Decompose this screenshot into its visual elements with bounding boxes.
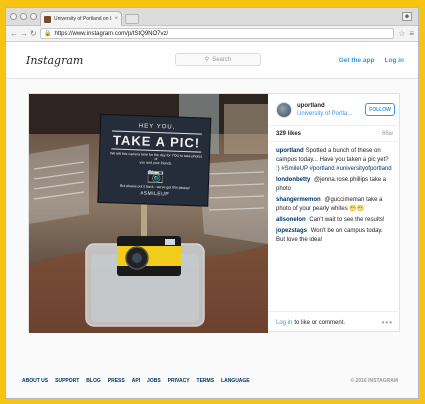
user-block: uportland University of Portla... bbox=[297, 102, 352, 118]
login-link[interactable]: Log in bbox=[385, 57, 405, 64]
browser-tab[interactable]: University of Portland on I... × bbox=[40, 11, 122, 26]
new-tab-button[interactable] bbox=[125, 14, 139, 24]
sign-text: HEY YOU, TAKE A PIC! We left this camera… bbox=[102, 118, 211, 199]
instagram-logo[interactable]: Instagram bbox=[26, 54, 83, 67]
bookmark-star-icon[interactable]: ☆ bbox=[398, 29, 405, 38]
footer-link-press[interactable]: PRESS bbox=[108, 378, 125, 384]
search-placeholder: Search bbox=[212, 56, 232, 63]
comment-item: jopezstags Won't be on campus today. But… bbox=[276, 227, 393, 245]
footer-link-terms[interactable]: TERMS bbox=[197, 378, 215, 384]
footer-link-about[interactable]: ABOUT US bbox=[22, 378, 48, 384]
comment-user[interactable]: uportland bbox=[276, 148, 304, 154]
comment-user[interactable]: allsonelon bbox=[276, 217, 306, 223]
menu-icon[interactable]: ≡ bbox=[409, 29, 414, 38]
more-options-icon[interactable]: ••• bbox=[382, 318, 393, 327]
minimize-window-button[interactable] bbox=[20, 13, 27, 20]
time-ago: 66w bbox=[381, 130, 393, 137]
page-footer: ABOUT US SUPPORT BLOG PRESS API JOBS PRI… bbox=[22, 378, 398, 384]
favicon-icon bbox=[44, 15, 51, 23]
comment-user[interactable]: jopezstags bbox=[276, 228, 307, 234]
comment-user[interactable]: londonbetty bbox=[276, 177, 310, 183]
footer-links: ABOUT US SUPPORT BLOG PRESS API JOBS PRI… bbox=[22, 378, 250, 384]
avatar[interactable] bbox=[276, 101, 292, 118]
window-controls bbox=[10, 13, 37, 20]
post-sidebar: uportland University of Portla... FOLLOW… bbox=[268, 94, 401, 333]
address-bar[interactable]: 🔒 https://www.instagram.com/p/tStQ9NO7vz… bbox=[40, 28, 395, 39]
comment-item: allsonelon Can't wait to see the results… bbox=[276, 216, 393, 225]
search-icon: ⚲ bbox=[204, 57, 210, 63]
footer-link-blog[interactable]: BLOG bbox=[86, 378, 100, 384]
footer-link-jobs[interactable]: JOBS bbox=[147, 378, 161, 384]
forward-arrow-icon[interactable]: → bbox=[20, 29, 28, 38]
url-text: https://www.instagram.com/p/tStQ9NO7vz/ bbox=[54, 30, 169, 37]
likes-count[interactable]: 329 likes bbox=[276, 131, 301, 137]
login-prompt-text: to like or comment. bbox=[294, 319, 346, 326]
comment-item: uportland Spotted a bunch of these on cam… bbox=[276, 147, 393, 174]
header-actions: Get the app Log in bbox=[339, 57, 404, 64]
likes-row: 329 likes 66w bbox=[268, 126, 401, 142]
post-card: HEY YOU, TAKE A PIC! We left this camera… bbox=[28, 93, 401, 333]
browser-toolbar: ← → ↻ 🔒 https://www.instagram.com/p/tStQ… bbox=[6, 26, 418, 42]
post-header: uportland University of Portla... FOLLOW bbox=[268, 94, 401, 126]
back-arrow-icon[interactable]: ← bbox=[10, 29, 18, 38]
copyright: © 2016 INSTAGRAM bbox=[350, 378, 399, 384]
reload-icon[interactable]: ↻ bbox=[30, 29, 37, 38]
comment-hashtags[interactable]: #SmileUP #portland #universityofportland bbox=[281, 166, 391, 172]
footer-link-privacy[interactable]: PRIVACY bbox=[168, 378, 190, 384]
post-photo[interactable]: HEY YOU, TAKE A PIC! We left this camera… bbox=[29, 94, 268, 333]
maximize-window-button[interactable] bbox=[30, 13, 37, 20]
lock-icon: 🔒 bbox=[44, 31, 52, 37]
footer-link-api[interactable]: API bbox=[132, 378, 140, 384]
close-window-button[interactable] bbox=[10, 13, 17, 20]
login-to-like-link[interactable]: Log in bbox=[276, 320, 292, 326]
footer-link-support[interactable]: SUPPORT bbox=[55, 378, 79, 384]
username-link[interactable]: uportland bbox=[297, 102, 352, 110]
comment-item: londonbetty @jenna.rose.phillips take a … bbox=[276, 176, 393, 194]
comment-text: Can't wait to see the results! bbox=[309, 217, 385, 223]
get-app-link[interactable]: Get the app bbox=[339, 57, 375, 64]
comments-list: uportland Spotted a bunch of these on cam… bbox=[268, 142, 401, 245]
browser-tabstrip: University of Portland on I... × ☻ bbox=[6, 8, 418, 26]
comment-user[interactable]: shangermemon bbox=[276, 197, 321, 203]
follow-button[interactable]: FOLLOW bbox=[365, 103, 395, 116]
footer-link-language[interactable]: LANGUAGE bbox=[221, 378, 250, 384]
instagram-header: Instagram ⚲ Search Get the app Log in bbox=[6, 42, 418, 79]
search-input[interactable]: ⚲ Search bbox=[175, 53, 261, 66]
tab-title: University of Portland on I... bbox=[54, 16, 113, 22]
comment-item: shangermemon @guccimeman take a photo of… bbox=[276, 196, 393, 214]
camera-icon: 📷 bbox=[146, 166, 165, 184]
profile-icon[interactable]: ☻ bbox=[402, 12, 412, 21]
tab-close-icon[interactable]: × bbox=[114, 16, 118, 22]
sign-line-2: TAKE A PIC! bbox=[111, 130, 202, 153]
login-prompt: Log in to like or comment. ••• bbox=[268, 311, 401, 333]
location-link[interactable]: University of Portla... bbox=[297, 110, 352, 118]
